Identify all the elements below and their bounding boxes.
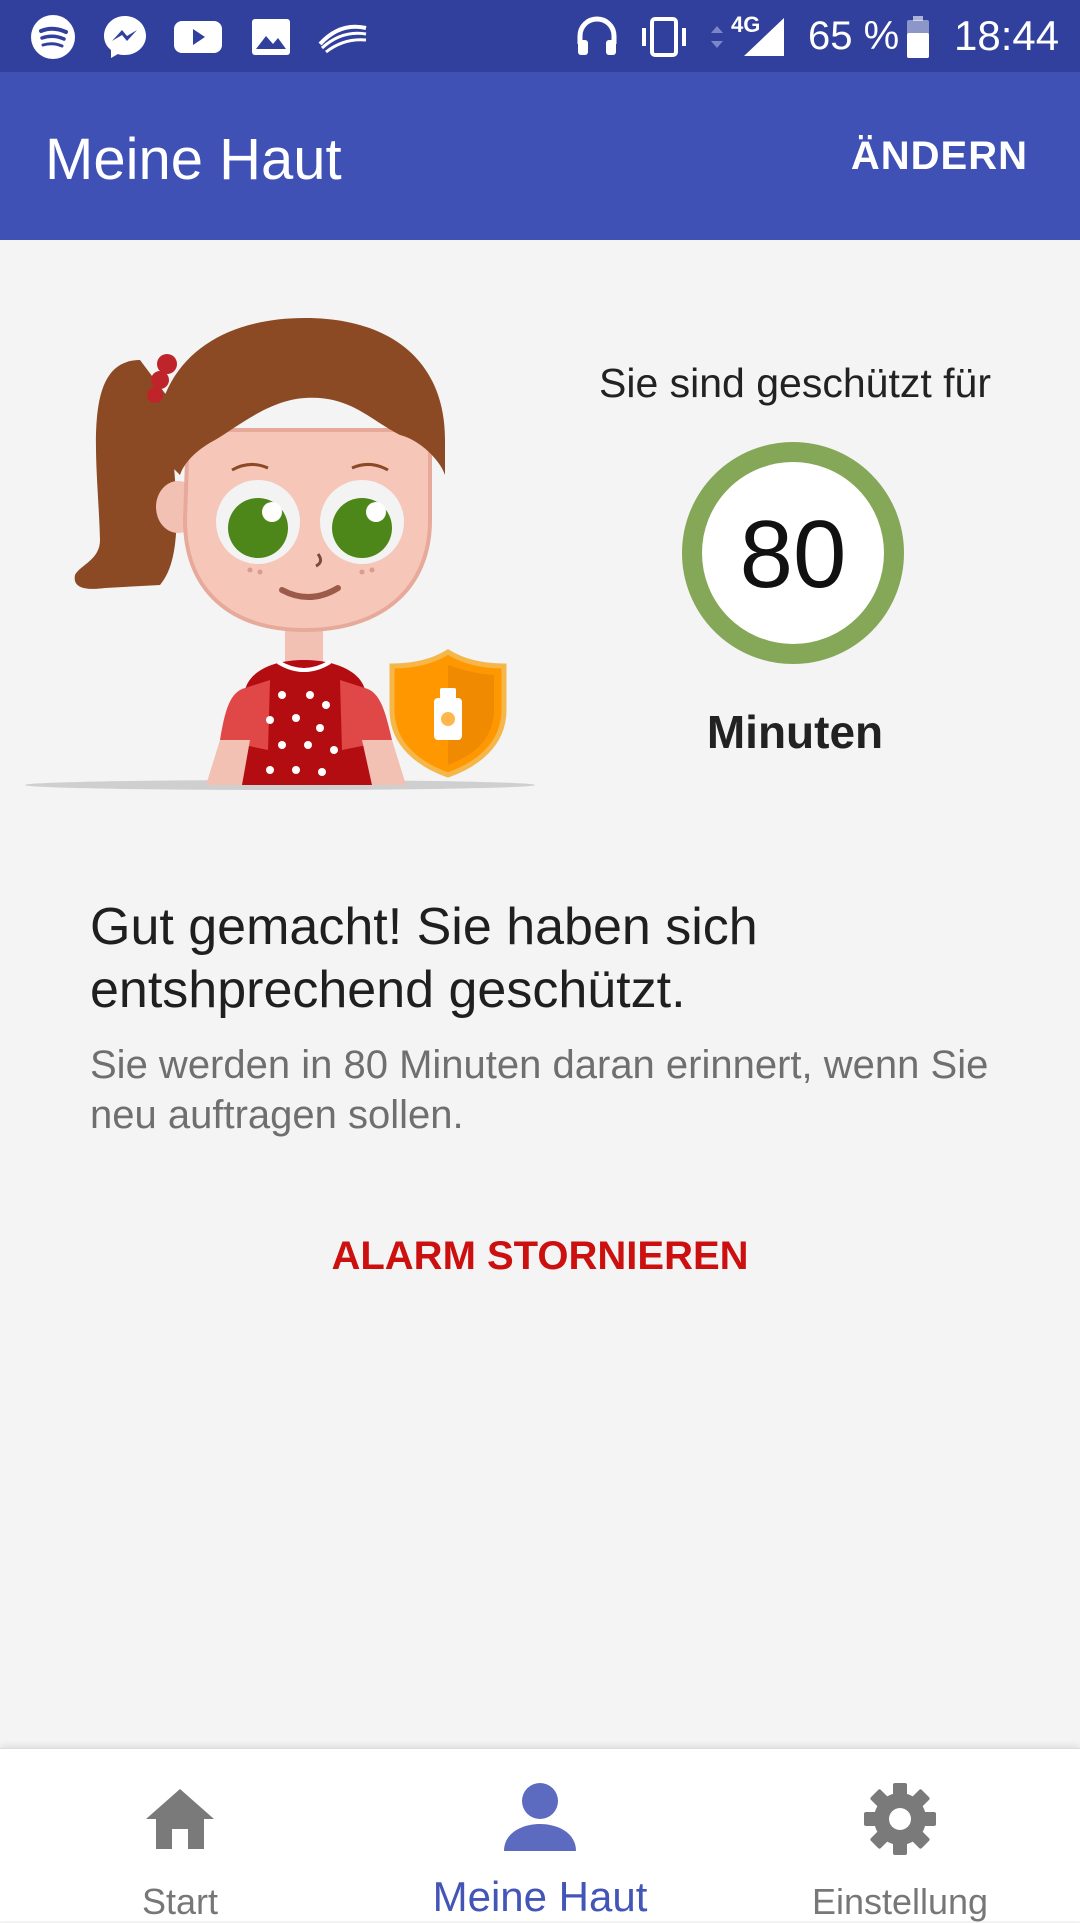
- protection-minutes: 80: [739, 501, 847, 608]
- change-button[interactable]: ÄNDERN: [851, 134, 1028, 179]
- spotify-icon: [31, 15, 75, 59]
- message-title: Gut gemacht! Sie haben sich entshprechen…: [90, 898, 758, 1019]
- nav-label-einstellung: Einstellung: [811, 1881, 989, 1922]
- signal-icon: [744, 18, 784, 56]
- status-bar: 4G 65 % 18:44: [0, 0, 1080, 72]
- sunscreen-shield-icon: [389, 649, 507, 778]
- protection-unit: Minuten: [706, 706, 884, 758]
- nav-item-einstellung[interactable]: Einstellung: [720, 1749, 1080, 1922]
- person-icon: [504, 1783, 576, 1851]
- bottom-navigation: Start Meine Haut Einstellung: [0, 1748, 1080, 1922]
- app-bar: Meine Haut ÄNDERN: [0, 72, 1080, 240]
- gear-icon: [864, 1783, 936, 1855]
- nav-item-start[interactable]: Start: [0, 1749, 360, 1922]
- battery-icon: [907, 16, 929, 58]
- cancel-alarm-button[interactable]: ALARM STORNIEREN: [240, 1234, 840, 1279]
- protection-label: Sie sind geschützt für: [599, 360, 991, 406]
- battery-percent: 65 %: [808, 14, 900, 58]
- gallery-icon: [252, 19, 290, 55]
- clock: 18:44: [954, 12, 1060, 59]
- nav-item-meine-haut[interactable]: Meine Haut: [360, 1749, 720, 1921]
- youtube-icon: [174, 21, 222, 53]
- nav-label-start: Start: [141, 1881, 219, 1922]
- nav-label-meine-haut: Meine Haut: [432, 1873, 648, 1920]
- messenger-icon: [104, 16, 146, 58]
- vibrate-icon: [642, 17, 686, 57]
- page-title: Meine Haut: [45, 127, 342, 192]
- message-subtitle: Sie werden in 80 Minuten daran erinnert,…: [90, 1043, 989, 1137]
- home-icon: [146, 1789, 214, 1849]
- data-arrows-icon: [711, 26, 723, 48]
- headphones-icon: [577, 16, 617, 55]
- swiftkey-icon: [318, 24, 367, 54]
- girl-avatar-illustration: [25, 318, 535, 790]
